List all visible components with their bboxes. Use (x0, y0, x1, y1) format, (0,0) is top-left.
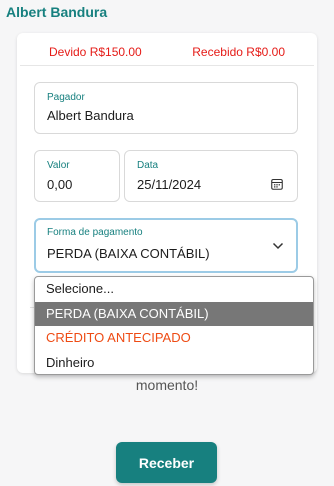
receive-button[interactable]: Receber (116, 442, 217, 483)
calendar-icon[interactable] (271, 178, 283, 190)
date-value: 25/11/2024 (137, 177, 202, 192)
payment-method-select[interactable]: Forma de pagamento PERDA (BAIXA CONTÁBIL… (34, 218, 298, 273)
payer-value: Albert Bandura (47, 108, 134, 123)
option-dinheiro[interactable]: Dinheiro (35, 351, 313, 375)
payer-field[interactable]: Pagador Albert Bandura (34, 82, 298, 134)
chevron-down-icon[interactable] (272, 242, 284, 250)
date-label: Data (137, 160, 159, 171)
payer-label: Pagador (47, 92, 85, 103)
page-title: Albert Bandura (6, 4, 108, 20)
date-input[interactable]: Data 25/11/2024 (124, 150, 298, 202)
amount-input[interactable]: Valor 0,00 (34, 150, 120, 202)
payment-method-value: PERDA (BAIXA CONTÁBIL) (47, 246, 210, 261)
option-credito-antecipado[interactable]: CRÉDITO ANTECIPADO (35, 326, 313, 351)
amount-label: Valor (47, 160, 70, 171)
amounts-summary: Devido R$150.00 Recebido R$0.00 (17, 45, 317, 61)
option-placeholder[interactable]: Selecione... (35, 277, 313, 302)
option-perda[interactable]: PERDA (BAIXA CONTÁBIL) (35, 301, 313, 326)
empty-state-text: momento! (135, 377, 199, 393)
amount-value: 0,00 (47, 177, 73, 192)
payment-method-dropdown[interactable]: Selecione... PERDA (BAIXA CONTÁBIL) CRÉD… (34, 276, 314, 375)
divider (20, 65, 314, 66)
payment-method-label: Forma de pagamento (47, 227, 143, 238)
amount-received: Recebido R$0.00 (192, 45, 285, 59)
amount-due: Devido R$150.00 (49, 45, 142, 59)
